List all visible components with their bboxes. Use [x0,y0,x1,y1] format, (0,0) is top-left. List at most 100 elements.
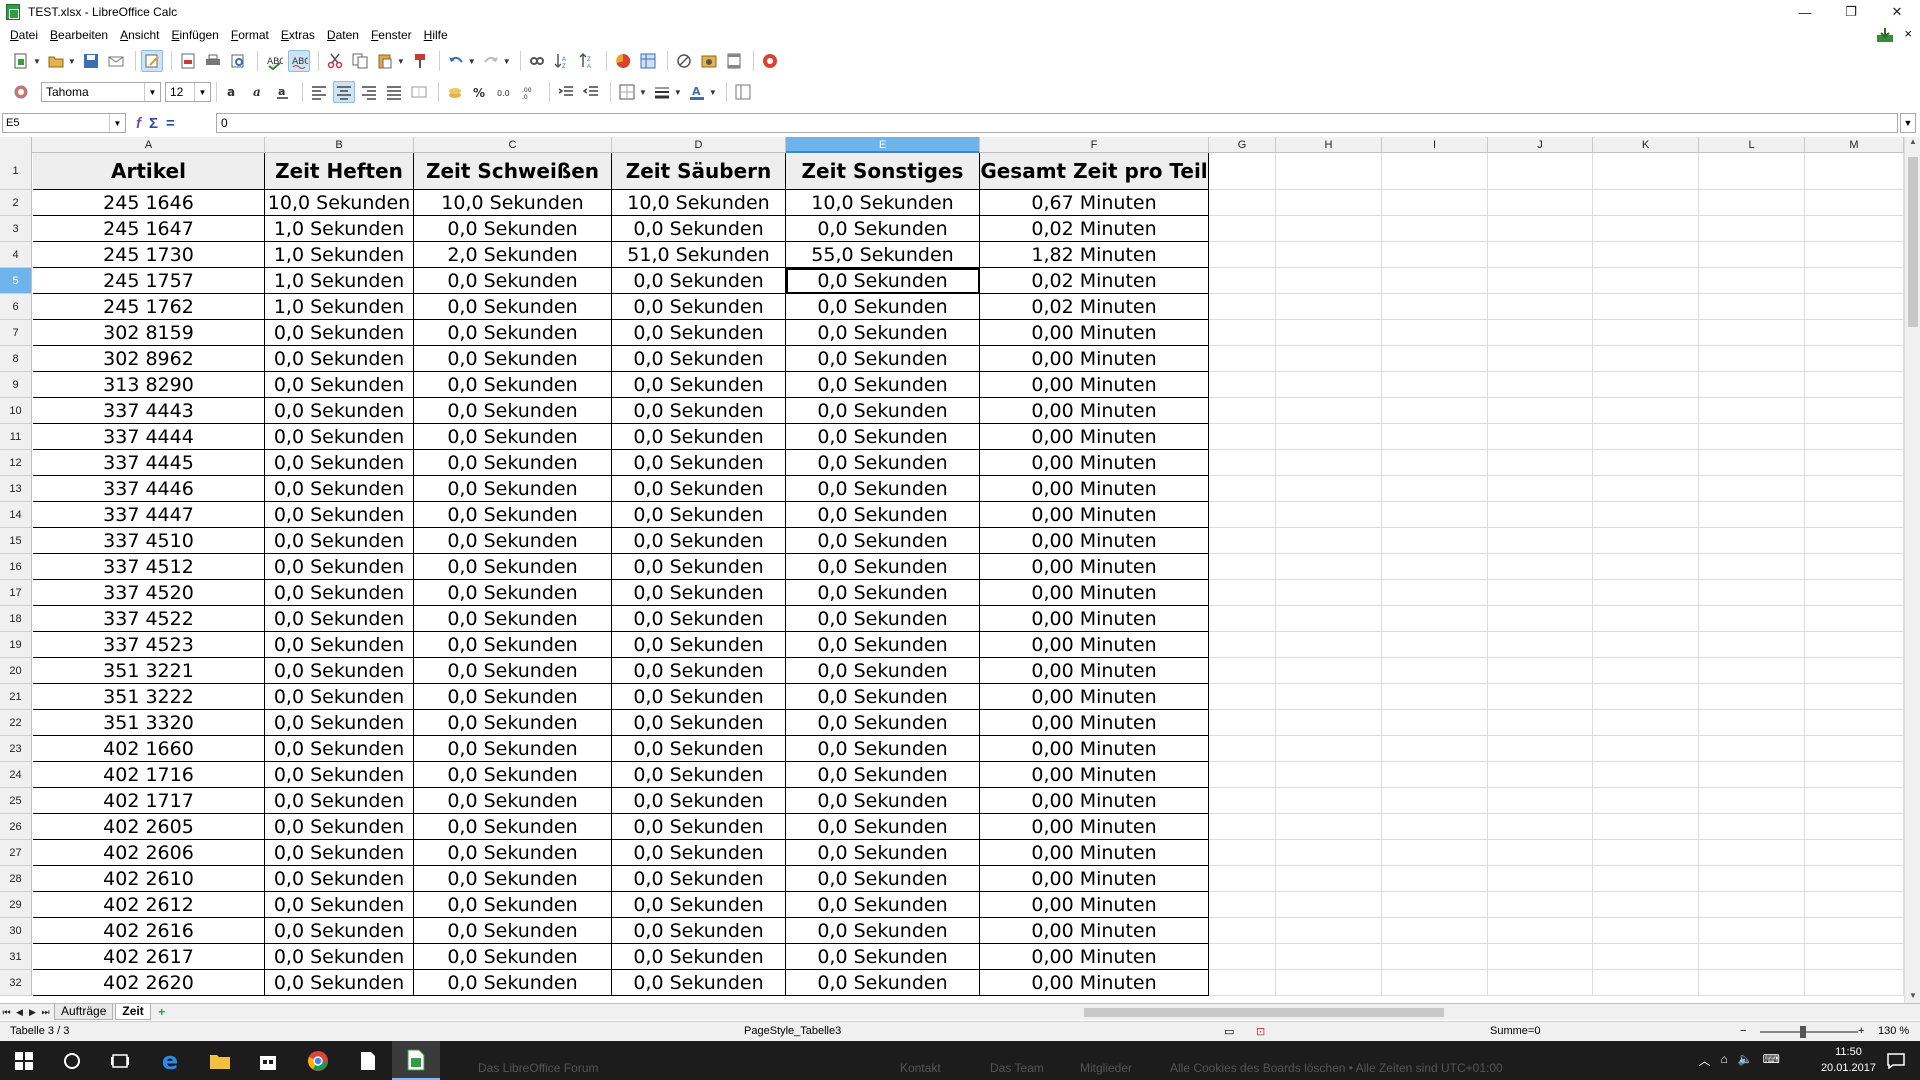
cell[interactable]: 51,0 Sekunden [612,242,786,268]
cell[interactable] [1593,762,1699,788]
cell[interactable] [1209,502,1276,528]
cell[interactable]: 0,0 Sekunden [612,346,786,372]
cell[interactable]: 0,0 Sekunden [786,762,980,788]
cell[interactable] [1382,840,1488,866]
chevron-down-icon[interactable]: ▼ [468,57,476,66]
row-header[interactable]: 21 [0,684,32,710]
cell[interactable]: 0,0 Sekunden [414,840,612,866]
cell[interactable] [1699,970,1805,996]
cell[interactable]: 0,0 Sekunden [265,424,414,450]
cell[interactable] [1805,554,1904,580]
cell[interactable]: 0,00 Minuten [980,918,1209,944]
file-explorer-icon[interactable] [196,1041,244,1080]
styles-icon[interactable] [10,81,32,103]
cell[interactable]: 337 4520 [33,580,265,606]
cell[interactable] [1593,372,1699,398]
minimize-button[interactable]: — [1782,0,1828,24]
menu-item-8[interactable]: Hilfe [418,28,454,42]
column-header-k[interactable]: K [1593,137,1699,153]
cell[interactable]: 0,0 Sekunden [414,762,612,788]
cell[interactable] [1488,294,1593,320]
cell[interactable] [1209,450,1276,476]
cell[interactable] [1805,528,1904,554]
cell[interactable]: 0,0 Sekunden [265,866,414,892]
cell[interactable] [1593,944,1699,970]
search-icon[interactable] [48,1041,96,1080]
cell[interactable]: 0,0 Sekunden [414,710,612,736]
cell[interactable]: 0,00 Minuten [980,892,1209,918]
cell[interactable]: 337 4445 [33,450,265,476]
cell[interactable]: 10,0 Sekunden [612,190,786,216]
chevron-down-icon[interactable]: ▼ [144,83,160,101]
cell[interactable]: 0,0 Sekunden [265,944,414,970]
cell[interactable] [1805,658,1904,684]
cell[interactable] [1805,580,1904,606]
cell[interactable]: 245 1757 [33,268,265,294]
cell[interactable]: 0,00 Minuten [980,866,1209,892]
row-header[interactable]: 29 [0,892,32,918]
cell[interactable]: 0,0 Sekunden [265,580,414,606]
row-header[interactable]: 5 [0,268,32,294]
cell[interactable]: 0,0 Sekunden [786,268,980,294]
cell[interactable]: 337 4446 [33,476,265,502]
cell[interactable]: 0,0 Sekunden [612,840,786,866]
cell[interactable] [1209,398,1276,424]
cell[interactable] [1209,762,1276,788]
cell[interactable]: 0,0 Sekunden [265,450,414,476]
cell[interactable] [1276,216,1382,242]
cell[interactable] [1382,606,1488,632]
cell[interactable]: 0,0 Sekunden [786,918,980,944]
row-header[interactable]: 4 [0,242,32,268]
headers-footers-icon[interactable] [723,50,745,72]
cell[interactable] [1382,918,1488,944]
sort-descending-icon[interactable]: ZA [576,50,598,72]
row-header[interactable]: 3 [0,216,32,242]
row-header[interactable]: 12 [0,450,32,476]
cell[interactable] [1382,762,1488,788]
cell[interactable] [1382,502,1488,528]
cell[interactable] [1699,476,1805,502]
cell[interactable] [1209,710,1276,736]
cell[interactable]: 0,00 Minuten [980,684,1209,710]
cell[interactable] [1488,424,1593,450]
scroll-up-icon[interactable]: ▲ [1905,137,1920,149]
close-document-icon[interactable]: × [1904,26,1912,41]
cell[interactable]: 402 2620 [33,970,265,996]
cell[interactable] [1593,528,1699,554]
cell[interactable] [1593,892,1699,918]
cell[interactable] [1699,866,1805,892]
cell[interactable] [1805,866,1904,892]
formula-icon[interactable]: = [166,115,175,132]
cell[interactable] [1805,242,1904,268]
cell[interactable]: 0,02 Minuten [980,268,1209,294]
cell[interactable] [1276,762,1382,788]
cell[interactable] [1276,398,1382,424]
cell[interactable]: 0,0 Sekunden [265,736,414,762]
italic-icon[interactable]: a [247,81,269,103]
cell[interactable]: 0,0 Sekunden [265,762,414,788]
cell[interactable] [1209,190,1276,216]
name-box[interactable]: E5 ▼ [2,113,126,133]
chevron-down-icon[interactable]: ▼ [68,57,76,66]
select-all-corner[interactable] [0,137,32,153]
last-sheet-icon[interactable]: ⏭ [39,1005,52,1019]
cell[interactable] [1276,918,1382,944]
cell[interactable]: 0,0 Sekunden [414,216,612,242]
column-title-cell[interactable]: Zeit Sonstiges [786,153,980,190]
cell[interactable]: 0,0 Sekunden [414,684,612,710]
cell[interactable]: 0,00 Minuten [980,372,1209,398]
cell[interactable] [1699,242,1805,268]
cell[interactable]: 0,00 Minuten [980,450,1209,476]
cell[interactable]: 245 1647 [33,216,265,242]
cell[interactable]: 0,0 Sekunden [414,398,612,424]
digital-signature-icon[interactable]: ⊡ [1256,1025,1265,1038]
cell[interactable] [1805,814,1904,840]
cell[interactable] [1488,580,1593,606]
cell[interactable] [1276,814,1382,840]
cell[interactable]: 0,0 Sekunden [414,320,612,346]
column-header-m[interactable]: M [1805,137,1904,153]
document-modified-icon[interactable]: ▭ [1224,1025,1234,1038]
cell[interactable]: 0,0 Sekunden [786,866,980,892]
cell[interactable]: 0,02 Minuten [980,216,1209,242]
cell[interactable]: 0,00 Minuten [980,528,1209,554]
